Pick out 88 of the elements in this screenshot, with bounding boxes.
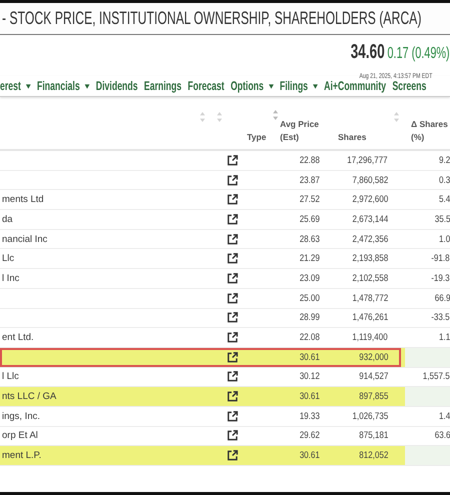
nav-link[interactable]: Ai+Community <box>324 79 386 93</box>
external-link-icon[interactable] <box>227 312 238 324</box>
avg-price: 28.99 <box>300 312 320 324</box>
avg-price: 29.62 <box>300 430 320 442</box>
external-link-icon[interactable] <box>227 371 238 382</box>
avg-price: 28.63 <box>300 234 320 245</box>
nav-link[interactable]: Options <box>230 79 274 93</box>
shares-count: 914,527 <box>358 371 388 382</box>
shares-change-percent: -19.3 <box>432 272 450 284</box>
shares-count: 7,860,582 <box>352 174 388 186</box>
shares-count: 897,855 <box>358 391 388 402</box>
shares-count: 1,026,735 <box>352 410 388 422</box>
avg-price: 23.87 <box>300 174 320 186</box>
external-link-icon[interactable] <box>227 272 238 284</box>
nav-link[interactable]: Screens <box>392 79 426 93</box>
shares-change-percent: -33.5 <box>432 312 450 324</box>
holder-name: l Inc <box>2 272 20 284</box>
column-header[interactable]: Shares <box>338 131 366 144</box>
holder-name: l Llc <box>2 371 19 382</box>
stock-price: 34.60 <box>350 41 385 64</box>
shares-change-percent: 1.1 <box>438 332 450 344</box>
shares-change-percent: 1.4 <box>438 410 450 422</box>
nav-link[interactable]: Earnings <box>144 79 182 93</box>
avg-price: 25.69 <box>300 214 320 225</box>
shares-count: 1,476,261 <box>352 312 388 324</box>
holder-name: ments Ltd <box>2 194 44 206</box>
shares-change-percent: 1.0 <box>438 234 450 245</box>
shares-count: 812,052 <box>358 450 388 462</box>
shares-change-percent: 35.5 <box>434 214 450 225</box>
external-link-icon[interactable] <box>227 214 238 225</box>
external-link-icon[interactable] <box>227 234 238 245</box>
avg-price: 23.09 <box>300 272 320 284</box>
nav-link[interactable]: Forecast <box>188 79 224 93</box>
shares-count: 1,478,772 <box>352 292 388 304</box>
avg-price: 21.29 <box>300 253 320 264</box>
avg-price: 22.08 <box>300 332 320 344</box>
column-header[interactable]: Δ Shares (%) <box>411 118 448 144</box>
avg-price: 30.12 <box>300 371 320 382</box>
shares-count: 2,472,356 <box>352 234 388 245</box>
external-link-icon[interactable] <box>227 450 238 462</box>
avg-price: 22.88 <box>300 154 320 166</box>
external-link-icon[interactable] <box>227 154 238 166</box>
external-link-icon[interactable] <box>227 391 238 402</box>
holder-name: ent Ltd. <box>2 332 34 344</box>
holder-name: da <box>2 214 13 225</box>
shares-change-percent: -91.8 <box>432 253 450 264</box>
nav-link[interactable]: Filings <box>280 79 318 93</box>
shares-change-percent: 1,557.5 <box>423 371 450 382</box>
nav-link[interactable]: erest <box>0 79 31 93</box>
avg-price: 27.52 <box>300 194 320 206</box>
shares-count: 2,193,858 <box>352 253 388 264</box>
shares-change-percent: 66.9 <box>434 292 450 304</box>
nav-link[interactable]: Dividends <box>96 79 138 93</box>
avg-price: 19.33 <box>300 410 320 422</box>
external-link-icon[interactable] <box>227 174 238 186</box>
holder-name: orp Et Al <box>2 430 38 442</box>
avg-price: 30.61 <box>300 391 320 402</box>
shares-change-percent: 63.6 <box>434 430 450 442</box>
external-link-icon[interactable] <box>227 430 238 442</box>
shares-change-percent: 0.3 <box>438 174 450 186</box>
nav-link[interactable]: Financials <box>37 79 90 93</box>
avg-price: 30.61 <box>300 352 320 363</box>
shares-count: 2,102,558 <box>352 272 388 284</box>
shares-count: 2,972,600 <box>352 194 388 206</box>
shares-change-percent: 5.4 <box>438 194 450 206</box>
shares-count: 932,000 <box>358 352 388 363</box>
external-link-icon[interactable] <box>227 410 238 422</box>
holder-name: nts LLC / GA <box>2 391 56 402</box>
avg-price: 25.00 <box>300 292 320 304</box>
holder-name: ings, Inc. <box>2 410 40 422</box>
shares-count: 2,673,144 <box>352 214 388 225</box>
column-header[interactable]: Avg Price (Est) <box>280 118 319 144</box>
page-title: - STOCK PRICE, INSTITUTIONAL OWNERSHIP, SHAREHOLDERS (ARCA) <box>2 8 422 29</box>
external-link-icon[interactable] <box>227 352 238 363</box>
column-header[interactable]: Type <box>247 131 266 144</box>
external-link-icon[interactable] <box>227 194 238 206</box>
holder-name: ment L.P. <box>2 450 42 462</box>
external-link-icon[interactable] <box>227 332 238 344</box>
shares-count: 1,119,400 <box>352 332 388 344</box>
holder-name: Llc <box>2 253 14 264</box>
shares-change-percent: 9.2 <box>438 154 450 166</box>
price-change: 0.17 (0.49%) <box>388 45 450 63</box>
shares-count: 875,181 <box>358 430 388 442</box>
external-link-icon[interactable] <box>227 253 238 264</box>
external-link-icon[interactable] <box>227 292 238 304</box>
holder-name: nancial Inc <box>2 234 48 245</box>
avg-price: 30.61 <box>300 450 320 462</box>
shares-count: 17,296,777 <box>348 154 388 166</box>
